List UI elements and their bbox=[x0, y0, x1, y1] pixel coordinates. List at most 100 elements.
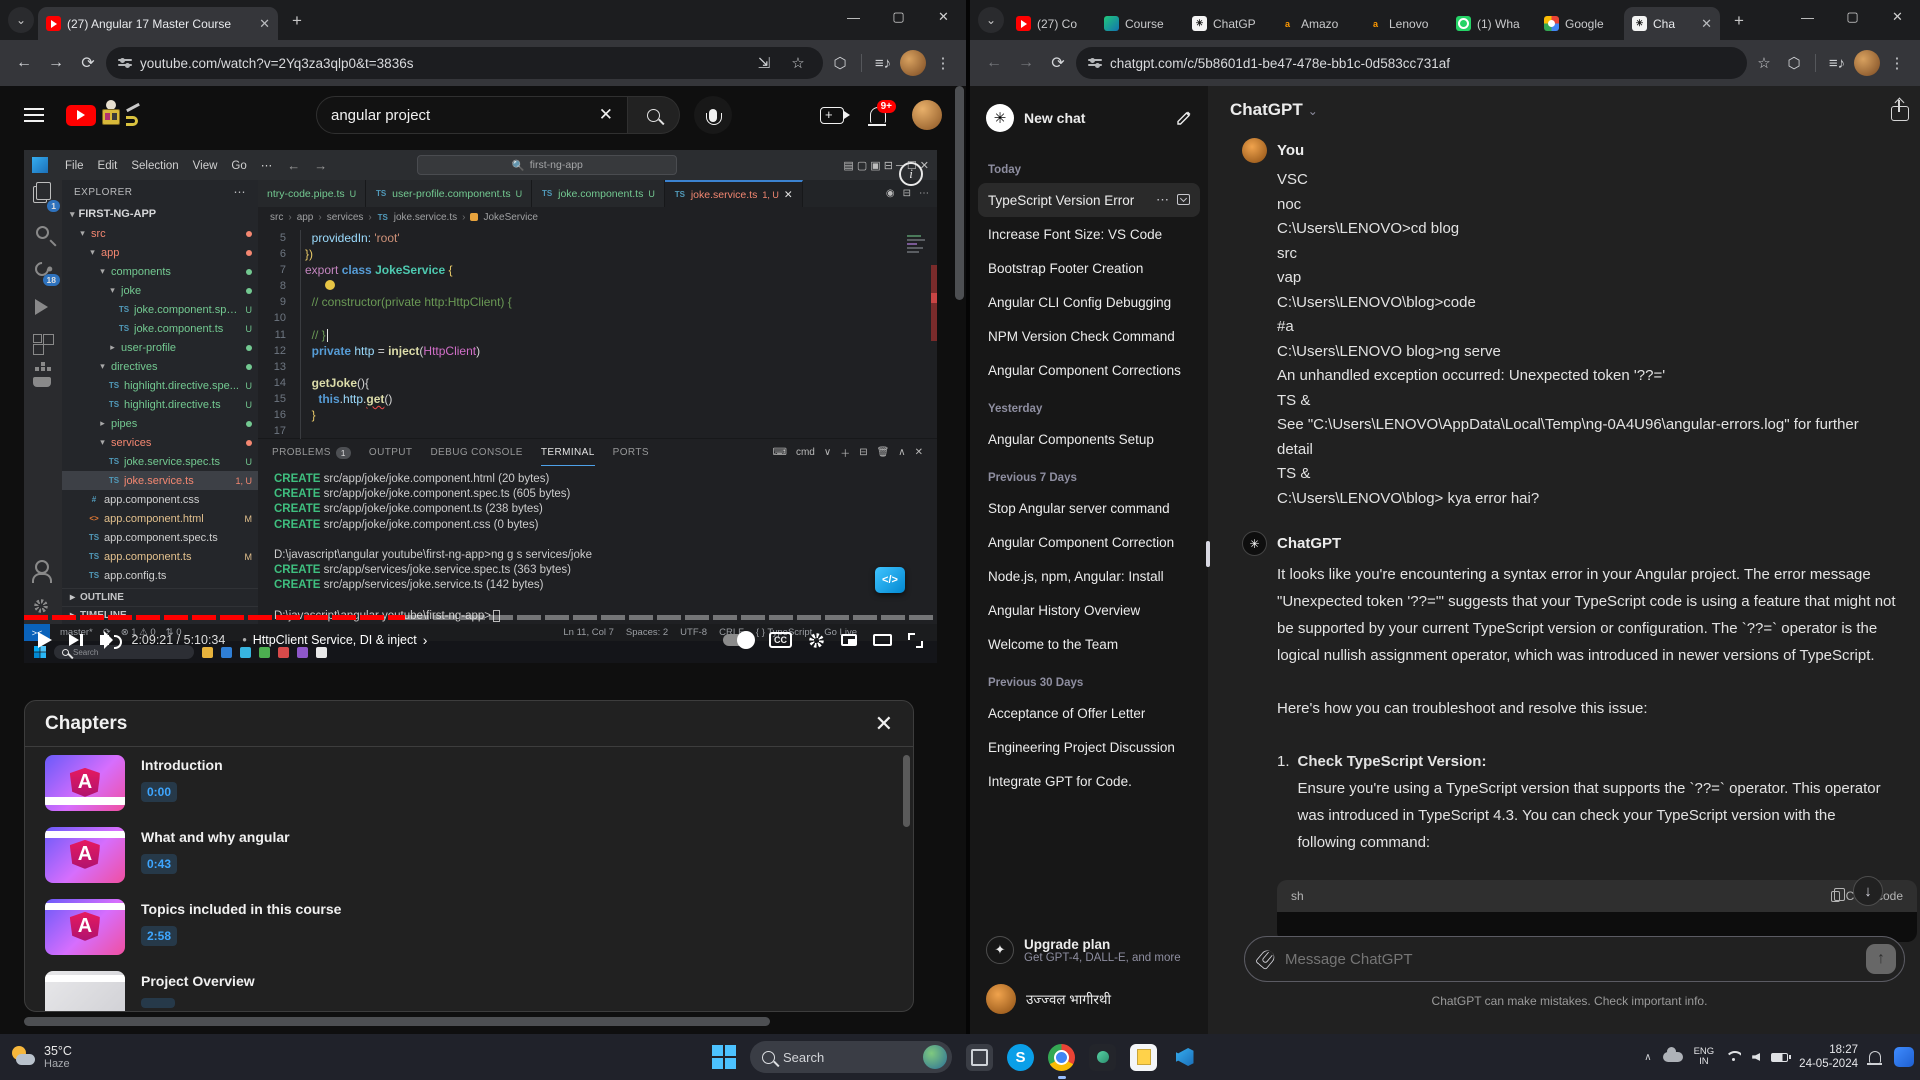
left-tab-close-icon[interactable]: ✕ bbox=[259, 16, 270, 32]
chat-history-item[interactable]: Engineering Project Discussion bbox=[978, 730, 1200, 764]
explorer-file-row[interactable]: TSjoke.service.ts1, U bbox=[62, 471, 258, 490]
notes-icon[interactable] bbox=[1130, 1044, 1157, 1071]
install-app-icon[interactable]: ⇲ bbox=[751, 50, 777, 76]
right-reload-button[interactable]: ⟳ bbox=[1044, 49, 1072, 77]
site-info-icon[interactable] bbox=[118, 56, 132, 70]
browser-tab[interactable]: Google bbox=[1536, 7, 1624, 40]
share-icon[interactable] bbox=[1891, 106, 1909, 121]
chat-history-item[interactable]: Angular CLI Config Debugging bbox=[978, 285, 1200, 319]
youtube-search-button[interactable] bbox=[628, 96, 680, 134]
youtube-logo[interactable] bbox=[66, 100, 140, 130]
explorer-file-row[interactable]: TShighlight.directive.tsU bbox=[62, 395, 258, 414]
chat-history-item[interactable]: Node.js, npm, Angular: Install bbox=[978, 559, 1200, 593]
search-clear-icon[interactable]: ✕ bbox=[599, 105, 613, 125]
vscode-menu-item[interactable]: File bbox=[58, 160, 91, 172]
panel-action-icon[interactable]: ∨ bbox=[824, 447, 831, 458]
explorer-file-row[interactable]: TSjoke.component.tsU bbox=[62, 319, 258, 338]
left-back-button[interactable]: ← bbox=[10, 49, 38, 77]
message-input-bar[interactable]: ↑ bbox=[1244, 936, 1905, 982]
left-tab-youtube[interactable]: (27) Angular 17 Master Course ✕ bbox=[38, 7, 278, 40]
editor-tab[interactable]: ntry-code.pipe.tsU bbox=[258, 180, 366, 207]
browser-tab[interactable]: ✳ChatGP bbox=[1184, 7, 1272, 40]
breadcrumb-item[interactable]: JokeService bbox=[483, 212, 537, 223]
create-video-icon[interactable] bbox=[820, 107, 844, 124]
archive-icon[interactable] bbox=[1177, 194, 1190, 205]
wifi-icon[interactable] bbox=[1725, 1051, 1741, 1063]
bookmark-star-icon[interactable]: ☆ bbox=[1751, 50, 1777, 76]
explorer-file-row[interactable]: TShighlight.directive.spe...U bbox=[62, 376, 258, 395]
clock[interactable]: 18:27 24-05-2024 bbox=[1799, 1043, 1858, 1071]
site-info-icon[interactable] bbox=[1088, 56, 1102, 70]
editor-tab[interactable]: TSjoke.service.ts1, U✕ bbox=[665, 180, 803, 207]
chrome-icon[interactable] bbox=[1048, 1044, 1075, 1071]
breadcrumb-item[interactable]: services bbox=[327, 212, 364, 223]
scroll-to-bottom-button[interactable]: ↓ bbox=[1853, 876, 1883, 906]
theater-button[interactable] bbox=[873, 634, 892, 646]
explorer-file-row[interactable]: ▾services bbox=[62, 433, 258, 452]
browser-tab[interactable]: (27) Co bbox=[1008, 7, 1096, 40]
chat-history-item[interactable]: Bootstrap Footer Creation bbox=[978, 251, 1200, 285]
media-controls-icon[interactable]: ≡♪ bbox=[1824, 50, 1850, 76]
panel-action-icon[interactable]: ＋ bbox=[840, 445, 850, 460]
panel-tab[interactable]: DEBUG CONSOLE bbox=[430, 439, 522, 466]
vscode-menu-item[interactable]: View bbox=[186, 160, 225, 172]
chat-history-item[interactable]: Welcome to the Team bbox=[978, 627, 1200, 661]
panel-tab[interactable]: TERMINAL bbox=[541, 439, 595, 466]
left-menu-dots-icon[interactable]: ⋮ bbox=[930, 50, 956, 76]
taskbar-search[interactable]: Search bbox=[750, 1041, 952, 1073]
left-address-bar[interactable]: youtube.com/watch?v=2Yq3za3qlp0&t=3836s … bbox=[106, 47, 823, 79]
youtube-account-avatar[interactable] bbox=[912, 100, 942, 130]
attach-paperclip-icon[interactable] bbox=[1255, 948, 1277, 971]
chapter-item[interactable]: What and why angular0:43 bbox=[25, 819, 913, 891]
panel-tab[interactable]: OUTPUT bbox=[369, 439, 413, 466]
editor-action-icon[interactable]: ⋯ bbox=[919, 188, 929, 199]
panel-action-icon[interactable]: ⊟ bbox=[859, 447, 867, 458]
right-profile-avatar[interactable] bbox=[1854, 50, 1880, 76]
chapter-timestamp[interactable]: 2:58 bbox=[141, 926, 177, 946]
miniplayer-button[interactable] bbox=[841, 634, 857, 646]
panel-action-icon[interactable]: ∧ bbox=[898, 447, 905, 458]
left-close-button[interactable]: ✕ bbox=[921, 0, 966, 34]
extensions-puzzle-icon[interactable]: ⬡ bbox=[827, 50, 853, 76]
chat-history-item[interactable]: NPM Version Check Command bbox=[978, 319, 1200, 353]
chapter-timestamp[interactable]: 0:43 bbox=[141, 854, 177, 874]
start-button[interactable] bbox=[712, 1045, 736, 1069]
video-player[interactable]: FileEditSelectionViewGo⋯ ← → 🔍first-ng-a… bbox=[24, 150, 937, 663]
extensions-puzzle-icon[interactable]: ⬡ bbox=[1781, 50, 1807, 76]
chapters-scrollbar[interactable] bbox=[903, 755, 910, 827]
chat-history-item[interactable]: TypeScript Version Error⋯ bbox=[978, 183, 1200, 217]
send-button[interactable]: ↑ bbox=[1866, 944, 1896, 974]
current-chapter[interactable]: • HttpClient Service, DI & inject › bbox=[242, 632, 427, 648]
breadcrumb-item[interactable]: joke.service.ts bbox=[394, 212, 457, 223]
account-menu[interactable]: उज्ज्वल भागीरथी bbox=[978, 974, 1200, 1024]
left-forward-button[interactable]: → bbox=[42, 49, 70, 77]
chat-history-item[interactable]: Increase Font Size: VS Code bbox=[978, 217, 1200, 251]
browser-tab[interactable]: aAmazo bbox=[1272, 7, 1360, 40]
player-settings-icon[interactable]: HD bbox=[808, 632, 825, 649]
app-icon[interactable] bbox=[1089, 1044, 1116, 1071]
onedrive-cloud-icon[interactable] bbox=[1663, 1052, 1683, 1062]
captions-button[interactable]: CC bbox=[769, 632, 792, 648]
chat-history-item[interactable]: Integrate GPT for Code. bbox=[978, 764, 1200, 798]
right-menu-dots-icon[interactable]: ⋮ bbox=[1884, 50, 1910, 76]
autoplay-toggle[interactable] bbox=[723, 634, 753, 646]
right-new-tab-button[interactable]: + bbox=[1726, 8, 1752, 34]
left-profile-avatar[interactable] bbox=[900, 50, 926, 76]
breadcrumb-item[interactable]: app bbox=[297, 212, 314, 223]
new-chat-pencil-icon[interactable] bbox=[1176, 110, 1192, 126]
conversation-area[interactable]: You VSCnocC:\Users\LENOVO>cd blogsrcvapC… bbox=[1208, 134, 1920, 1034]
vscode-taskbar-icon[interactable] bbox=[1171, 1044, 1198, 1071]
chapter-item[interactable]: Project Overview bbox=[25, 963, 913, 1012]
explorer-file-row[interactable]: TSapp.component.tsM bbox=[62, 547, 258, 566]
panel-action-icon[interactable]: ✕ bbox=[915, 447, 923, 458]
chat-history-item[interactable]: Angular History Overview bbox=[978, 593, 1200, 627]
chat-history-item[interactable]: Angular Components Setup bbox=[978, 422, 1200, 456]
new-chat-button[interactable]: ✳ New chat bbox=[978, 96, 1200, 140]
explorer-file-row[interactable]: TSjoke.component.spe...U bbox=[62, 300, 258, 319]
chapter-item[interactable]: Topics included in this course2:58 bbox=[25, 891, 913, 963]
explorer-file-row[interactable]: ▾joke bbox=[62, 281, 258, 300]
horizontal-scrollbar[interactable] bbox=[24, 1017, 770, 1026]
chapter-timestamp[interactable]: 0:00 bbox=[141, 782, 177, 802]
editor-action-icon[interactable]: ⊟ bbox=[903, 188, 911, 199]
right-address-bar[interactable]: chatgpt.com/c/5b8601d1-be47-478e-bb1c-0d… bbox=[1076, 47, 1747, 79]
